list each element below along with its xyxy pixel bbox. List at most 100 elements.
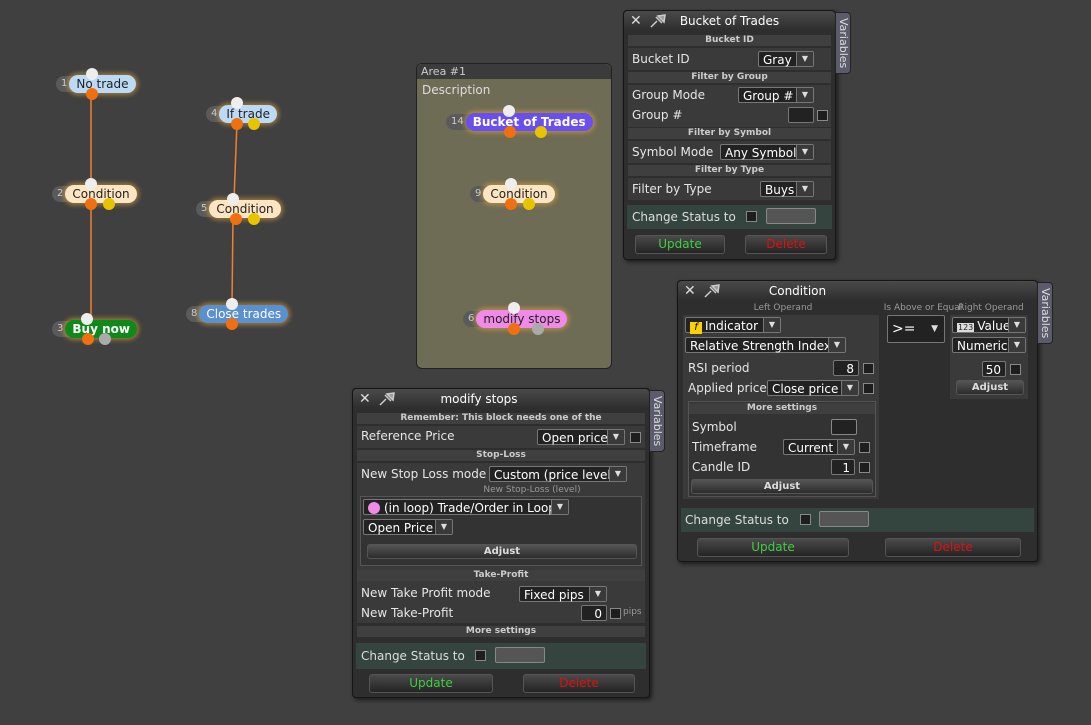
panel-title: Bucket of Trades [679, 14, 780, 28]
node-output-port[interactable] [505, 198, 517, 210]
group-mode-select[interactable]: Group # ▼ [738, 87, 814, 103]
update-button[interactable]: Update [635, 235, 725, 254]
chevron-down-icon: ▼ [796, 88, 813, 102]
panel-titlebar[interactable]: ✕ modify stops [353, 389, 649, 409]
applied-price-checkbox[interactable] [863, 383, 874, 394]
node-output-port[interactable] [230, 213, 242, 225]
change-status-row: Change Status to [356, 643, 646, 669]
node-label: modify stops [476, 310, 568, 328]
node-output-port[interactable] [248, 213, 260, 225]
change-status-checkbox[interactable] [800, 514, 811, 525]
stoploss-mode-select[interactable]: Custom (price level) ▼ [489, 466, 627, 482]
right-value-checkbox[interactable] [1010, 364, 1021, 375]
takeprofit-checkbox[interactable] [610, 608, 621, 619]
operator-select[interactable]: >= ▼ [887, 315, 945, 343]
node-input-port[interactable] [226, 298, 238, 310]
area-title[interactable]: Area #1 [417, 64, 611, 79]
node-input-port[interactable] [503, 105, 515, 117]
section-header: Filter by Group [628, 72, 831, 83]
node-output-port[interactable] [85, 198, 97, 210]
panel-title: modify stops [440, 392, 518, 406]
left-type-select[interactable]: f Indicator ▼ [685, 317, 781, 334]
node-output-port[interactable] [99, 333, 111, 345]
symbol-input[interactable] [831, 419, 857, 435]
node-output-port[interactable] [226, 318, 238, 330]
node-input-port[interactable] [81, 313, 93, 325]
candle-id-checkbox[interactable] [859, 462, 870, 473]
group-number-checkbox[interactable] [817, 110, 828, 121]
update-button[interactable]: Update [697, 538, 849, 557]
loop-select[interactable]: (in loop) Trade/Order in Loop ▼ [363, 499, 569, 515]
takeprofit-mode-select[interactable]: Fixed pips ▼ [519, 586, 607, 602]
node-output-port[interactable] [504, 126, 516, 138]
node-input-port[interactable] [231, 97, 243, 109]
filter-type-row: Filter by Type Buys ▼ [628, 178, 831, 200]
adjust-button[interactable]: Adjust [691, 479, 873, 494]
panel-titlebar[interactable]: ✕ Bucket of Trades [624, 11, 835, 31]
chevron-down-icon: ▼ [796, 145, 813, 159]
node-label: Close trades [199, 305, 289, 323]
variables-tab[interactable]: Variables [835, 12, 851, 74]
node-output-port[interactable] [103, 198, 115, 210]
chevron-down-icon: ▼ [1008, 338, 1025, 352]
variables-tab[interactable]: Variables [1037, 282, 1053, 344]
change-status-checkbox[interactable] [475, 650, 486, 661]
node-output-port[interactable] [508, 323, 520, 335]
more-settings-toggle[interactable]: More settings [357, 626, 645, 637]
adjust-button[interactable]: Adjust [956, 380, 1024, 395]
chevron-down-icon: ▼ [837, 440, 854, 454]
node-buy-now[interactable]: 3 Buy now [52, 320, 137, 338]
right-format-select[interactable]: Numeric ▼ [952, 337, 1026, 353]
node-label: Bucket of Trades [465, 113, 593, 131]
filter-type-select[interactable]: Buys ▼ [760, 181, 814, 197]
chevron-down-icon: ▼ [609, 467, 626, 481]
node-output-port[interactable] [523, 198, 535, 210]
status-color-box[interactable] [766, 208, 816, 224]
reference-price-checkbox[interactable] [630, 432, 641, 443]
change-status-checkbox[interactable] [746, 211, 757, 222]
node-input-port[interactable] [227, 193, 239, 205]
variables-tab[interactable]: Variables [649, 390, 665, 452]
status-color-box[interactable] [819, 511, 869, 527]
indicator-select[interactable]: Relative Strength Index ▼ [685, 337, 846, 353]
bucket-id-select[interactable]: Gray ▼ [758, 51, 814, 67]
rsi-period-input[interactable]: 8 [833, 360, 859, 376]
bucket-id-row: Bucket ID Gray ▼ [628, 48, 831, 70]
node-output-port[interactable] [231, 118, 243, 130]
node-input-port[interactable] [85, 178, 97, 190]
adjust-button[interactable]: Adjust [367, 544, 637, 559]
open-price-select[interactable]: Open Price ▼ [363, 519, 453, 535]
timeframe-select[interactable]: Current ▼ [783, 439, 855, 455]
node-output-port[interactable] [535, 126, 547, 138]
node-output-port[interactable] [532, 323, 544, 335]
change-status-row: Change Status to [681, 508, 1034, 532]
delete-button[interactable]: Delete [745, 235, 827, 254]
delete-button[interactable]: Delete [885, 538, 1021, 557]
group-number-input[interactable] [788, 107, 814, 123]
chevron-down-icon: ▼ [841, 381, 858, 395]
right-type-select[interactable]: 123 Value ▼ [952, 317, 1026, 333]
candle-id-input[interactable]: 1 [831, 459, 855, 475]
change-status-row: Change Status to [627, 205, 832, 229]
reference-price-row: Reference Price Open price ▼ [357, 426, 645, 448]
takeprofit-input[interactable]: 0 [581, 605, 607, 621]
panel-titlebar[interactable]: ✕ Condition [678, 281, 1037, 301]
symbol-mode-select[interactable]: Any Symbol ▼ [720, 144, 814, 160]
node-bucket-of-trades[interactable]: 14 Bucket of Trades [446, 113, 593, 131]
node-output-port[interactable] [82, 333, 94, 345]
delete-button[interactable]: Delete [523, 674, 635, 693]
stoploss-section: New Stop Loss mode Custom (price level) ▼… [357, 463, 645, 583]
applied-price-select[interactable]: Close price ▼ [767, 380, 859, 396]
rsi-period-checkbox[interactable] [863, 363, 874, 374]
node-output-port[interactable] [248, 118, 260, 130]
reference-price-select[interactable]: Open price ▼ [537, 429, 625, 445]
chevron-down-icon: ▼ [607, 430, 624, 444]
status-color-box[interactable] [495, 647, 545, 663]
right-value-input[interactable]: 50 [982, 361, 1006, 377]
node-input-port[interactable] [86, 68, 98, 80]
node-input-port[interactable] [508, 302, 520, 314]
timeframe-checkbox[interactable] [859, 442, 870, 453]
node-output-port[interactable] [86, 88, 98, 100]
node-input-port[interactable] [505, 178, 517, 190]
update-button[interactable]: Update [369, 674, 493, 693]
